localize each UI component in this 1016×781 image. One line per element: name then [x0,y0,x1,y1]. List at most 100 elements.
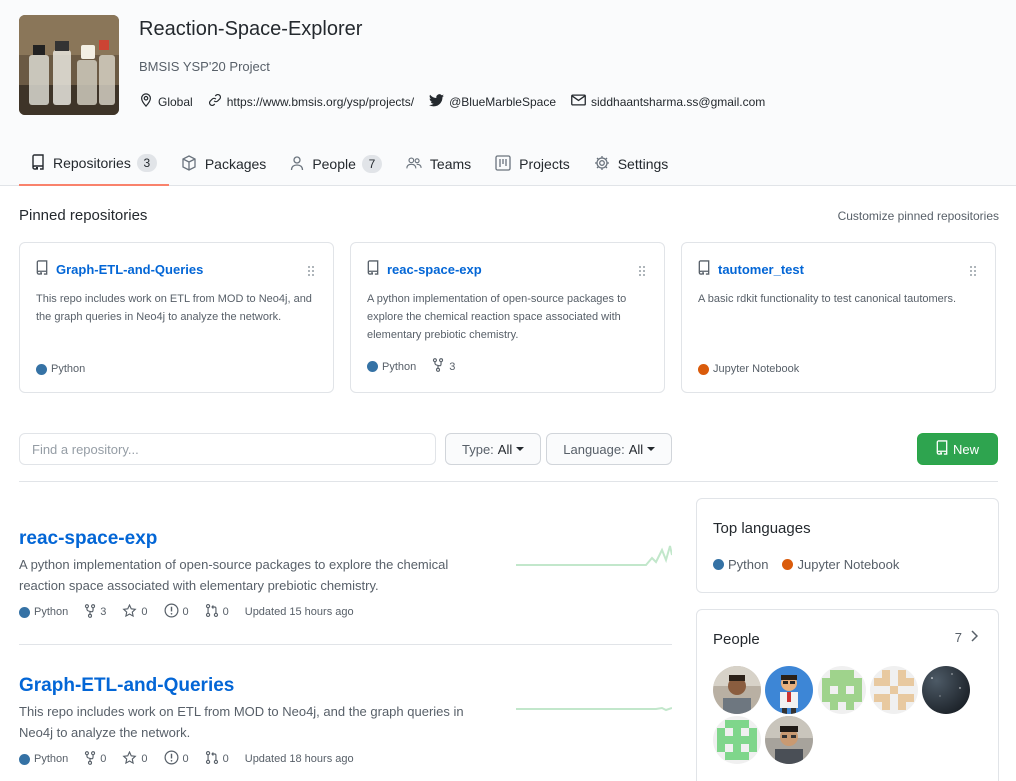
org-header: Reaction-Space-Explorer BMSIS YSP'20 Pro… [0,0,1016,186]
pinned-repo-language: Python [382,360,417,373]
customize-pinned-link[interactable]: Customize pinned repositories [838,209,999,223]
tab-label: Projects [519,156,570,172]
website-link[interactable]: https://www.bmsis.org/ysp/projects/ [227,95,414,109]
issue-count: 0 [182,753,189,765]
people-avatars [713,666,973,766]
package-icon [181,154,205,174]
repo-name-link[interactable]: reac-space-exp [19,528,157,550]
tab-people[interactable]: People 7 [278,142,394,186]
avatar[interactable] [765,716,814,764]
stars-link[interactable]: 0 [122,750,148,768]
issues-link[interactable]: 0 [164,603,189,621]
project-icon [495,154,519,174]
forks-link[interactable]: 3 [432,358,455,375]
language-color-dot [782,559,794,570]
top-languages-list: Python Jupyter Notebook [713,557,913,572]
email[interactable]: siddhaantsharma.ss@gmail.com [571,94,765,109]
twitter-handle[interactable]: @BlueMarbleSpace [449,95,556,109]
top-languages-box: Top languages Python Jupyter Notebook [696,498,999,593]
repo-language: Python [34,606,69,618]
twitter[interactable]: @BlueMarbleSpace [429,93,556,110]
language-color-dot [19,753,30,765]
avatar[interactable] [817,666,866,714]
avatar[interactable] [870,666,919,714]
issues-link[interactable]: 0 [164,750,189,768]
stars-link[interactable]: 0 [122,603,148,621]
repo-icon [698,260,718,278]
person-icon [290,155,312,174]
pinned-title: Pinned repositories [19,207,148,224]
pull-count: 0 [222,606,229,618]
repo-count-badge: 3 [136,154,157,172]
fork-count: 0 [100,753,107,765]
repo-meta: Python 3 0 0 0 Updated 15 hours ago [19,603,354,621]
fork-icon [432,358,449,375]
divider [19,481,998,482]
tab-projects[interactable]: Projects [483,142,582,186]
repo-filter-bar: Type: All Language: All [19,433,673,465]
repo-icon [31,153,53,173]
grabber-icon[interactable] [969,265,977,280]
issue-icon [164,750,183,768]
pinned-repositories: Graph-ETL-and-Queries This repo includes… [19,242,996,393]
grabber-icon[interactable] [307,265,315,280]
pinned-repo-name[interactable]: reac-space-exp [387,262,482,277]
tab-label: Repositories [53,155,131,171]
language-filter-label: Language: [563,441,625,457]
pinned-repo-name[interactable]: Graph-ETL-and-Queries [56,262,203,277]
language: Python [19,753,68,765]
avatar[interactable] [765,666,814,714]
pulls-link[interactable]: 0 [205,750,229,768]
tab-packages[interactable]: Packages [169,142,278,186]
gear-icon [594,155,618,174]
new-repository-button[interactable]: New [917,433,998,465]
avatar[interactable] [713,666,761,714]
forks-link[interactable]: 0 [84,750,107,768]
repo-description: A python implementation of open-source p… [19,557,449,593]
pull-count: 0 [222,753,229,765]
type-filter-dropdown[interactable]: Type: All [445,433,542,465]
repository-list: reac-space-exp A python implementation o… [19,498,672,781]
people-title[interactable]: People [713,631,760,648]
language-filter-dropdown[interactable]: Language: All [546,433,673,465]
org-name: Reaction-Space-Explorer [139,18,363,40]
issue-count: 0 [182,606,189,618]
language-item[interactable]: Python [713,557,768,572]
org-avatar [19,15,119,115]
star-count: 0 [141,753,148,765]
star-icon [122,750,141,768]
avatar[interactable] [922,666,971,714]
repo-icon [367,260,387,278]
people-box: People 7 [696,609,999,781]
language-color-dot [698,363,709,375]
activity-sparkline [516,706,672,712]
grabber-icon[interactable] [638,265,646,280]
location-text: Global [158,94,193,109]
pinned-repo-description: This repo includes work on ETL from MOD … [36,293,312,323]
repo-icon [36,260,56,278]
pulls-link[interactable]: 0 [205,603,229,621]
pull-request-icon [205,750,223,768]
location-icon [139,93,158,110]
pinned-repo-language: Python [51,363,86,375]
people-count-badge: 7 [361,155,382,173]
website[interactable]: https://www.bmsis.org/ysp/projects/ [208,93,414,110]
location: Global [139,93,193,110]
people-count-link[interactable]: 7 [955,630,979,645]
tab-repositories[interactable]: Repositories 3 [19,142,169,186]
find-repository-input[interactable] [19,433,436,465]
language-item[interactable]: Jupyter Notebook [782,557,899,572]
email-link[interactable]: siddhaantsharma.ss@gmail.com [591,95,765,109]
pull-request-icon [205,603,223,621]
forks-link[interactable]: 3 [84,603,106,621]
language-filter-value: All [628,441,644,457]
list-item: Graph-ETL-and-Queries This repo includes… [19,645,672,781]
pinned-card: tautomer_test A basic rdkit functionalit… [681,242,996,393]
tab-label: Packages [204,156,267,172]
tab-settings[interactable]: Settings [582,142,681,186]
tab-teams[interactable]: Teams [394,142,483,186]
type-filter-label: Type: [462,441,494,457]
pinned-repo-name[interactable]: tautomer_test [718,262,804,277]
avatar[interactable] [713,716,761,764]
repo-name-link[interactable]: Graph-ETL-and-Queries [19,675,234,697]
